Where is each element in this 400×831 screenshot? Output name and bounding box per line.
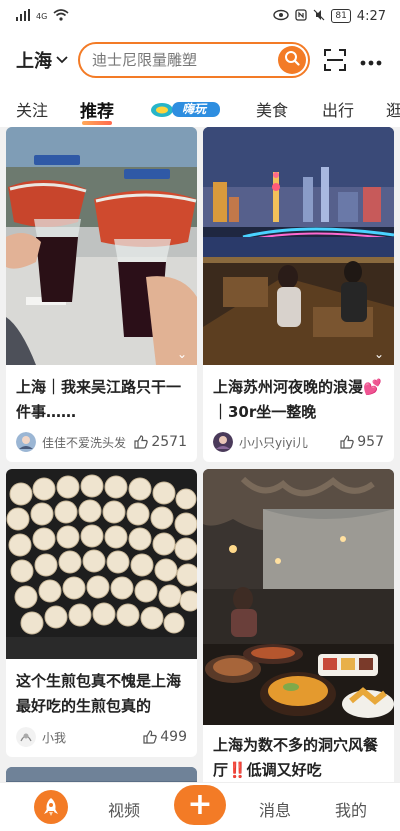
card-image-shengjian-buns (6, 469, 197, 659)
avatar[interactable] (16, 727, 36, 747)
thumbs-up-icon (143, 730, 157, 744)
home-button[interactable] (34, 790, 68, 824)
tab-logo-text: 嗨玩 (182, 102, 207, 116)
card-meta: 小小只yiyi儿 957 (213, 432, 384, 452)
nav-video[interactable]: 视频 (108, 797, 140, 821)
author-name[interactable]: 佳佳不爱洗头发 (42, 434, 134, 451)
like-button[interactable]: 957 (340, 434, 384, 450)
feed-card[interactable]: ⌄ 上海｜我来吴江路只干一件事…… 佳佳不爱洗头发 2571 (6, 127, 197, 462)
plus-icon: + (187, 787, 213, 822)
thumbs-up-icon (134, 435, 149, 449)
tab-hiwan-logo[interactable]: 嗨玩 (150, 97, 222, 119)
avatar[interactable] (16, 432, 36, 452)
nav-mine[interactable]: 我的 (335, 797, 367, 821)
avatar[interactable] (213, 432, 233, 452)
card-title: 上海｜我来吴江路只干一件事…… (16, 378, 182, 421)
card-meta: 佳佳不爱洗头发 2571 (16, 432, 187, 452)
chevron-down-icon[interactable]: ⌄ (374, 347, 384, 361)
status-bar: 4G 81 4:27 (0, 0, 400, 32)
tab-recommend[interactable]: 推荐 (80, 97, 114, 125)
card-title: 上海为数不多的洞穴风餐厅‼️低调又好吃 (213, 736, 379, 779)
city-label: 上海 (16, 50, 52, 72)
rocket-icon (44, 798, 58, 816)
network-type: 4G (36, 11, 48, 21)
like-count: 2571 (151, 434, 187, 450)
search-button[interactable] (278, 45, 306, 74)
chevron-down-icon (56, 53, 68, 67)
search-icon (284, 50, 300, 70)
clock: 4:27 (356, 8, 386, 24)
feed-card[interactable] (6, 767, 197, 782)
tab-food[interactable]: 美食 (256, 97, 288, 121)
author-name[interactable]: 小我 (42, 729, 143, 746)
bottom-navigation: 视频 + 消息 我的 (0, 782, 400, 831)
wifi-icon (53, 8, 69, 24)
thumbs-up-icon (340, 435, 354, 449)
signal-icon (16, 8, 30, 24)
card-image-crayfish-drinks (6, 127, 197, 365)
like-count: 499 (160, 729, 187, 745)
scan-button[interactable] (324, 48, 346, 71)
battery-indicator: 81 (331, 9, 351, 23)
nav-messages[interactable]: 消息 (259, 797, 291, 821)
feed-card[interactable]: 上海为数不多的洞穴风餐厅‼️低调又好吃 (203, 469, 394, 782)
card-meta: 小我 499 (16, 727, 187, 747)
top-header: 上海 (0, 32, 400, 87)
card-image-river-night (203, 127, 394, 365)
like-count: 957 (357, 434, 384, 450)
feed-card[interactable]: 这个生煎包真不愧是上海最好吃的生煎包真的 小我 499 (6, 469, 197, 757)
city-selector[interactable]: 上海 (16, 47, 68, 73)
card-title: 这个生煎包真不愧是上海最好吃的生煎包真的 (16, 672, 182, 715)
scan-icon (324, 48, 346, 71)
category-tabs: 关注 推荐 嗨玩 美食 出行 逛 (0, 87, 400, 127)
card-image-cave-restaurant (203, 469, 394, 725)
more-dots-icon (360, 60, 382, 65)
card-image-partial (6, 767, 197, 782)
mute-icon (313, 9, 325, 24)
chevron-down-icon[interactable]: ⌄ (177, 347, 187, 361)
tab-follow[interactable]: 关注 (16, 97, 48, 121)
eye-icon (273, 9, 290, 24)
feed-card[interactable]: ⌄ 上海苏州河夜晚的浪漫💕｜30r坐一整晚 小小只yiyi儿 957 (203, 127, 394, 462)
like-button[interactable]: 499 (143, 729, 187, 745)
like-button[interactable]: 2571 (134, 434, 187, 450)
author-name[interactable]: 小小只yiyi儿 (239, 434, 340, 451)
create-post-button[interactable]: + (174, 785, 226, 825)
search-input[interactable] (92, 50, 272, 69)
search-bar[interactable] (78, 41, 310, 78)
card-title: 上海苏州河夜晚的浪漫💕｜30r坐一整晚 (213, 378, 382, 421)
more-options-button[interactable] (360, 49, 382, 71)
content-feed[interactable]: ⌄ 上海｜我来吴江路只干一件事…… 佳佳不爱洗头发 2571 ⌄ 上海苏州河夜晚… (0, 127, 400, 782)
tab-shopping[interactable]: 逛 (386, 97, 400, 121)
tab-travel[interactable]: 出行 (322, 97, 354, 121)
nfc-icon (295, 8, 307, 24)
